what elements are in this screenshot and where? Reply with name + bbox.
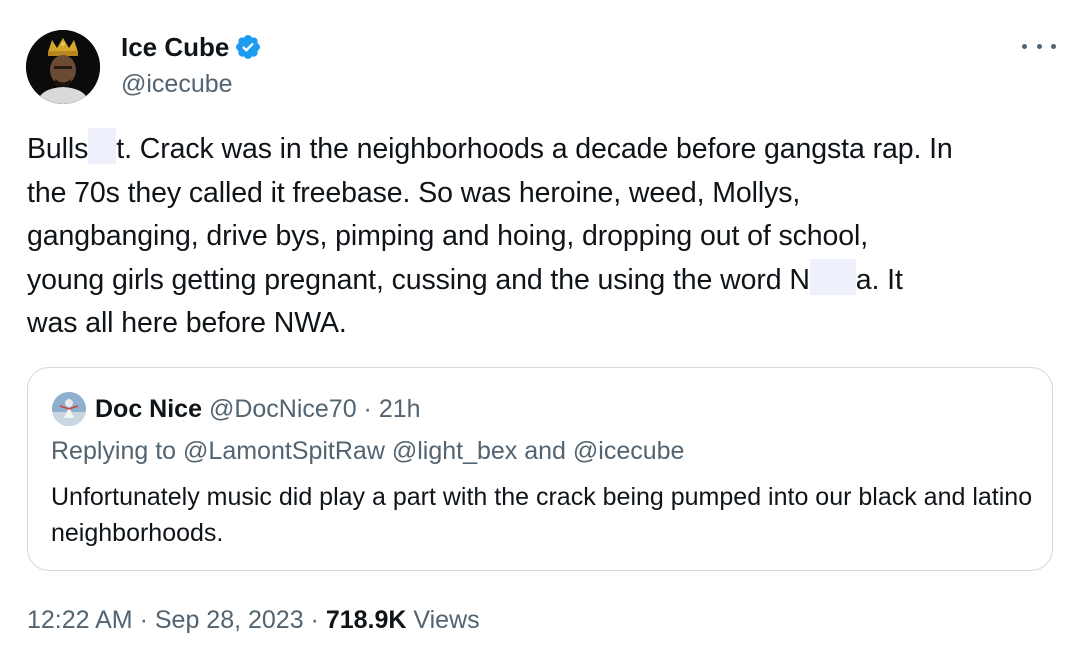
reply-handle-link[interactable]: @LamontSpitRaw — [183, 437, 385, 465]
tweet-date[interactable]: Sep 28, 2023 — [155, 606, 304, 634]
author-handle[interactable]: @icecube — [121, 68, 233, 100]
tweet-text-segment: gangbanging, drive bys, pimping and hoin… — [27, 220, 869, 252]
tweet-text-segment: Bulls — [27, 133, 89, 165]
quoted-author-handle[interactable]: @DocNice70 — [209, 395, 357, 423]
tweet-line: gangbanging, drive bys, pimping and hoin… — [27, 215, 1067, 259]
tweet-text-segment: t. Crack was in the neighborhoods a deca… — [116, 133, 953, 165]
quoted-author-avatar[interactable] — [52, 392, 86, 426]
tweet-line: young girls getting pregnant, cussing an… — [27, 258, 1067, 303]
separator-dot: · — [132, 606, 155, 634]
tweet-text-segment: was all here before NWA. — [27, 307, 347, 339]
separator-dot: · — [356, 395, 379, 423]
tweet-text-segment: young girls getting pregnant, cussing an… — [27, 263, 810, 296]
tweet-line: the 70s they called it freebase. So was … — [27, 172, 1067, 216]
quoted-avatar-image — [52, 392, 86, 426]
views-label: Views — [406, 606, 480, 634]
separator-dot: · — [303, 606, 326, 634]
redaction-block — [88, 128, 117, 164]
views-count[interactable]: 718.9K — [326, 606, 407, 634]
avatar-image — [26, 30, 100, 104]
replying-and: and — [517, 437, 573, 465]
tweet-timestamp[interactable]: 12:22 AM — [27, 606, 133, 634]
tweet-text: Bulls t. Crack was in the neighborhoods a… — [27, 128, 1067, 346]
reply-handle-link[interactable]: @icecube — [573, 437, 685, 465]
quoted-tweet-text: Unfortunately music did play a part with… — [51, 483, 1033, 547]
quoted-author-name[interactable]: Doc Nice — [95, 395, 202, 423]
quoted-tweet-time[interactable]: 21h — [379, 395, 421, 423]
tweet-line: was all here before NWA. — [27, 302, 1067, 346]
tweet-footer: 12:22 AM · Sep 28, 2023 · 718.9K Views — [27, 602, 480, 638]
replying-to-line: Replying to @LamontSpitRaw @light_bex an… — [51, 434, 684, 468]
tweet-line: Bulls t. Crack was in the neighborhoods a… — [27, 128, 1067, 172]
tweet-text-segment: a. It — [855, 263, 903, 296]
author-name[interactable]: Ice Cube — [121, 30, 229, 64]
author-avatar[interactable] — [26, 30, 100, 104]
tweet-text-segment: the 70s they called it freebase. So was … — [27, 176, 801, 209]
quoted-tweet-card[interactable]: Doc Nice @DocNice70 · 21h Replying to @L… — [27, 367, 1053, 571]
more-horizontal-icon[interactable] — [1022, 34, 1056, 58]
verified-badge-icon — [234, 33, 262, 61]
reply-handle-link[interactable]: @light_bex — [392, 437, 517, 465]
replying-prefix: Replying to — [51, 437, 184, 465]
redaction-block — [809, 258, 856, 295]
quoted-tweet-header: Doc Nice @DocNice70 · 21h — [95, 392, 421, 426]
